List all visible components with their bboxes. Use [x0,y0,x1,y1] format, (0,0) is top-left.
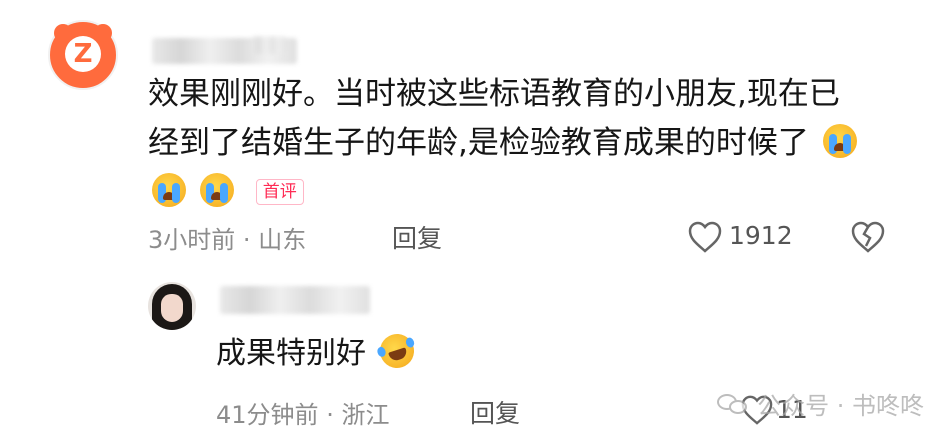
comment-body: 效果刚刚好。当时被这些标语教育的小朋友,现在已经到了结婚生子的年龄,是检验教育成… [148,76,840,161]
meta-separator: · [326,401,334,429]
reply-meta: 41分钟前 · 浙江 [216,395,389,430]
comment-location: 山东 [258,226,307,254]
bear-z-icon: Z [65,36,101,72]
reply-button[interactable]: 回复 [392,219,442,255]
reply-avatar[interactable] [148,282,196,330]
first-comment-badge: 首评 [255,179,304,205]
avatar-ear-right [94,24,112,42]
avatar[interactable]: Z [48,20,118,90]
crying-emoji [822,124,857,158]
reply-location: 浙江 [341,401,390,429]
crying-emoji [152,173,186,207]
broken-heart-icon[interactable] [850,220,886,254]
comment-text: 效果刚刚好。当时被这些标语教育的小朋友,现在已经到了结婚生子的年龄,是检验教育成… [148,70,868,217]
heart-icon[interactable] [687,220,723,254]
watermark-text: 公众号 · 书咚咚 [757,392,924,420]
reply-text: 成果特别好 [216,329,418,376]
author-name-blurred-suffix [252,36,286,54]
avatar-face [161,294,183,322]
meta-separator: · [242,226,251,254]
reply-author-name-blurred[interactable] [220,286,370,314]
watermark: 公众号 · 书咚咚 [717,386,924,421]
wechat-icon [717,392,749,416]
comment-time: 3小时前 [148,226,236,254]
reply-button[interactable]: 回复 [470,394,520,430]
reply-body: 成果特别好 [216,336,366,371]
avatar-ear-left [54,24,72,42]
reply-time: 41分钟前 [216,401,319,429]
crying-emoji [199,173,234,207]
like-count: 1912 [729,221,793,250]
comment-meta: 3小时前 · 山东 [148,220,306,255]
laughing-crying-emoji [375,329,418,373]
